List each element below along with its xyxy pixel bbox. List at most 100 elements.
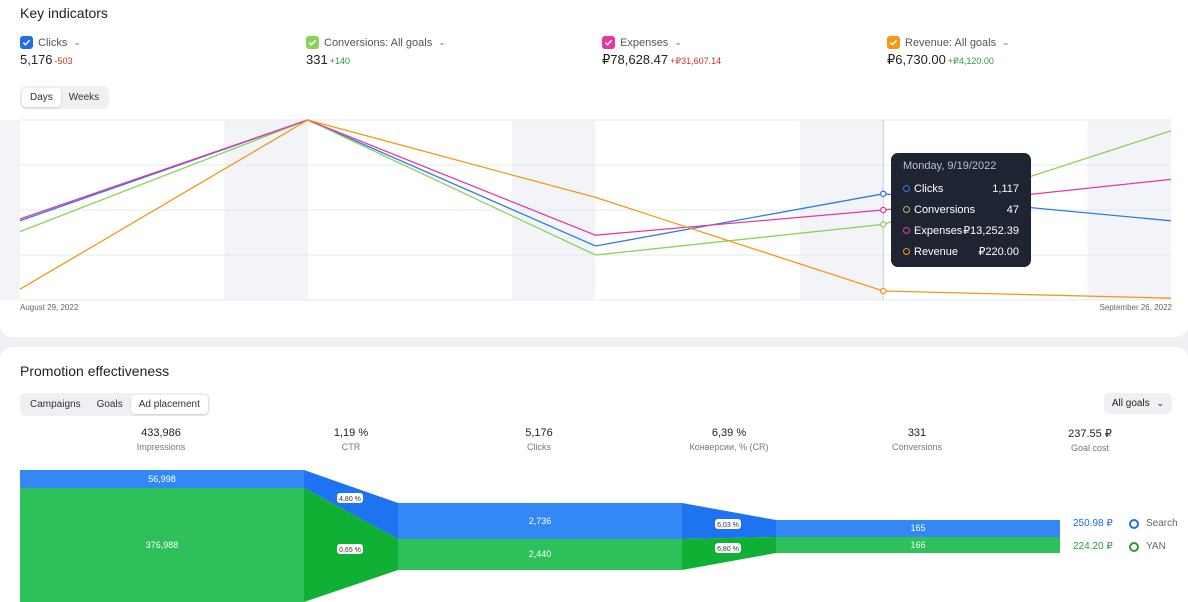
indicator-label: Expenses bbox=[620, 36, 669, 49]
weekend-band bbox=[0, 120, 21, 300]
tab-goals[interactable]: Goals bbox=[89, 395, 131, 414]
kpi-name: Clicks bbox=[527, 442, 551, 452]
indicator-conversions[interactable]: Conversions: All goals ⌄ 331 +140 bbox=[306, 36, 446, 67]
checkbox-icon[interactable] bbox=[887, 36, 900, 49]
promotion-title: Promotion effectiveness bbox=[20, 363, 170, 379]
x-axis-start-label: August 29, 2022 bbox=[20, 303, 79, 312]
period-toggle: Days Weeks bbox=[20, 86, 110, 109]
indicator-delta: -503 bbox=[54, 56, 73, 66]
funnel-label: 166 bbox=[910, 540, 925, 550]
kpi-value: 237.55 ₽ bbox=[1068, 428, 1112, 440]
tab-days[interactable]: Days bbox=[22, 88, 61, 107]
tab-ad-placement[interactable]: Ad placement bbox=[130, 395, 208, 414]
tooltip-value: 47 bbox=[1006, 203, 1019, 216]
kpi-value: 5,176 bbox=[525, 427, 553, 439]
legend-label: YAN bbox=[1146, 541, 1166, 552]
series-dot-icon bbox=[903, 185, 910, 192]
funnel-label: 376,988 bbox=[146, 540, 179, 550]
funnel-label: 56,998 bbox=[148, 474, 176, 484]
tooltip-title: Monday, 9/19/2022 bbox=[903, 160, 997, 172]
kpi-value: 433,986 bbox=[141, 427, 181, 439]
goals-dropdown[interactable]: All goals ⌄ bbox=[1103, 393, 1172, 414]
indicator-label: Revenue: All goals bbox=[905, 36, 997, 49]
indicator-revenue[interactable]: Revenue: All goals ⌄ ₽6,730.00 +₽4,120.00 bbox=[887, 36, 1010, 68]
indicator-expenses[interactable]: Expenses ⌄ ₽78,628.47 +₽31,607.14 bbox=[602, 36, 721, 68]
tooltip-label: Clicks bbox=[914, 182, 944, 195]
legend-search[interactable]: 250.98 ₽ Search bbox=[1073, 518, 1178, 529]
tab-weeks[interactable]: Weeks bbox=[61, 88, 107, 107]
kpi-clicks: 5,176 Clicks bbox=[479, 427, 599, 452]
tooltip-row: Clicks 1,117 bbox=[903, 178, 1019, 199]
funnel-rate-label: 6,80 % bbox=[717, 546, 739, 553]
kpi-value: 6,39 % bbox=[711, 427, 747, 439]
tooltip-row: Expenses ₽13,252.39 bbox=[903, 220, 1019, 241]
goals-dropdown-label: All goals bbox=[1111, 398, 1150, 409]
chevron-down-icon[interactable]: ⌄ bbox=[438, 37, 446, 48]
legend-label: Search bbox=[1146, 518, 1178, 529]
data-point-clicks[interactable] bbox=[880, 190, 887, 198]
radio-circle-icon[interactable] bbox=[1129, 518, 1139, 529]
funnel-rate-label: 0,65 % bbox=[339, 547, 361, 554]
indicator-delta: +₽4,120.00 bbox=[947, 56, 994, 66]
funnel-chart: 56,998 376,988 2,736 2,440 165 166 4,80 … bbox=[20, 470, 1060, 602]
x-axis-end-label: September 26, 2022 bbox=[1099, 303, 1173, 312]
kpi-conversions: 331 Conversions bbox=[857, 427, 977, 452]
kpi-goal-cost: 237.55 ₽ Goal cost bbox=[1030, 427, 1150, 453]
chevron-down-icon[interactable]: ⌄ bbox=[674, 37, 682, 48]
indicator-value: ₽6,730.00 bbox=[887, 52, 946, 67]
data-point-revenue[interactable] bbox=[880, 287, 887, 295]
kpi-value: 1,19 % bbox=[333, 427, 369, 439]
funnel-label: 2,440 bbox=[529, 549, 552, 559]
funnel-rate-label: 6,03 % bbox=[717, 522, 739, 529]
series-dot-icon bbox=[903, 227, 910, 234]
radio-circle-icon[interactable] bbox=[1129, 541, 1139, 552]
kpi-name: CTR bbox=[341, 442, 361, 452]
checkbox-icon[interactable] bbox=[20, 36, 33, 49]
chevron-down-icon[interactable]: ⌄ bbox=[73, 37, 81, 48]
tooltip-label: Revenue bbox=[914, 245, 959, 258]
indicator-label: Clicks bbox=[38, 36, 68, 49]
kpi-impressions: 433,986 Impressions bbox=[101, 427, 221, 452]
funnel-label: 2,736 bbox=[529, 516, 552, 526]
indicator-delta: +₽31,607.14 bbox=[670, 56, 722, 66]
tooltip-label: Expenses bbox=[914, 224, 963, 237]
series-dot-icon bbox=[903, 206, 910, 213]
chart-tooltip: Monday, 9/19/2022 Clicks 1,117 Conversion… bbox=[891, 153, 1031, 267]
kpi-cr: 6,39 % Конверсии, % (CR) bbox=[669, 427, 789, 452]
tooltip-label: Conversions bbox=[914, 203, 976, 216]
tooltip-row: Revenue ₽220.00 bbox=[903, 241, 1019, 262]
indicator-delta: +140 bbox=[329, 56, 350, 66]
funnel-rate-label: 4,80 % bbox=[339, 496, 361, 503]
chevron-down-icon[interactable]: ⌄ bbox=[1002, 37, 1010, 48]
tooltip-row: Conversions 47 bbox=[903, 199, 1019, 220]
checkbox-icon[interactable] bbox=[602, 36, 615, 49]
tooltip-value: ₽13,252.39 bbox=[963, 225, 1019, 237]
series-dot-icon bbox=[903, 248, 910, 255]
legend-yan[interactable]: 224.20 ₽ YAN bbox=[1073, 541, 1166, 552]
kpi-name: Goal cost bbox=[1070, 443, 1110, 453]
data-point-conversions[interactable] bbox=[880, 221, 887, 228]
kpi-name: Conversions bbox=[891, 442, 943, 452]
kpi-value: 331 bbox=[907, 427, 927, 439]
funnel-label: 165 bbox=[910, 523, 925, 533]
promotion-tabs: Campaigns Goals Ad placement bbox=[20, 393, 210, 416]
chevron-down-icon: ⌄ bbox=[1156, 398, 1164, 408]
kpi-ctr: 1,19 % CTR bbox=[291, 427, 411, 452]
key-indicators-title: Key indicators bbox=[20, 5, 108, 21]
funnel-connector-yan-cr bbox=[682, 537, 776, 570]
tooltip-value: 1,117 bbox=[992, 182, 1019, 195]
legend-cost: 250.98 ₽ bbox=[1073, 518, 1113, 529]
indicator-value: 5,176 bbox=[20, 52, 53, 67]
legend-cost: 224.20 ₽ bbox=[1073, 541, 1113, 552]
tooltip-value: ₽220.00 bbox=[978, 246, 1019, 258]
checkbox-icon[interactable] bbox=[306, 36, 319, 49]
indicator-label: Conversions: All goals bbox=[324, 36, 433, 49]
kpi-name: Impressions bbox=[136, 442, 186, 452]
data-point-expenses[interactable] bbox=[880, 206, 887, 214]
indicator-value: 331 bbox=[306, 52, 328, 67]
tab-campaigns[interactable]: Campaigns bbox=[22, 395, 89, 414]
key-indicators-card: Key indicators Clicks ⌄ 5,176 -503 Conver… bbox=[0, 0, 1188, 337]
indicator-value: ₽78,628.47 bbox=[602, 52, 669, 67]
indicator-clicks[interactable]: Clicks ⌄ 5,176 -503 bbox=[20, 36, 81, 67]
kpi-name: Конверсии, % (CR) bbox=[689, 442, 769, 452]
